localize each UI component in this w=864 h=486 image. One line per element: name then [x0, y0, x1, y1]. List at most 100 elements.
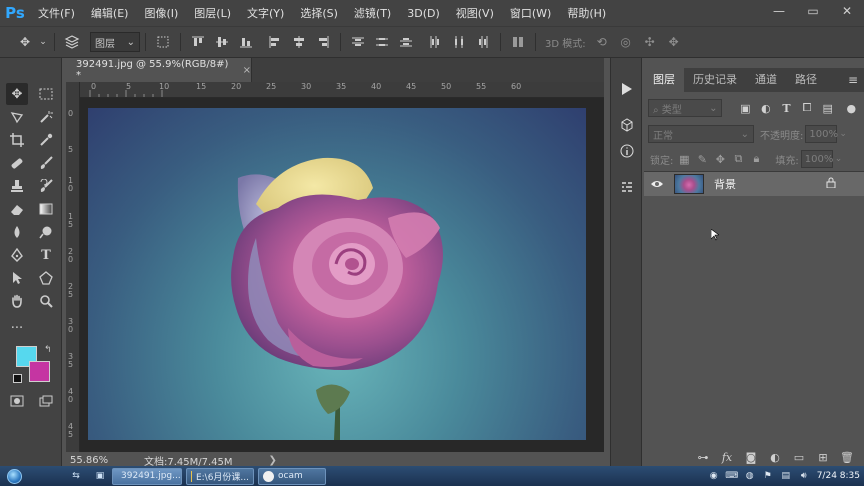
- default-colors-icon[interactable]: [13, 374, 22, 383]
- menu-3d[interactable]: 3D(D): [399, 7, 448, 20]
- background-color-swatch[interactable]: [29, 361, 50, 382]
- volume-icon[interactable]: 🔊︎: [797, 469, 811, 483]
- marquee-tool-icon[interactable]: [35, 83, 57, 105]
- tray-app-icon[interactable]: ◍: [743, 469, 757, 483]
- rectangle-tool-icon[interactable]: [35, 267, 57, 289]
- taskbar-item-explorer[interactable]: E:\6月份课...: [186, 467, 254, 485]
- swap-colors-icon[interactable]: ↰: [44, 345, 52, 355]
- gradient-tool-icon[interactable]: [35, 198, 57, 220]
- zoom-tool-icon[interactable]: [35, 290, 57, 312]
- healing-brush-tool-icon[interactable]: [6, 152, 28, 174]
- new-layer-icon[interactable]: ⊞: [814, 449, 832, 465]
- lock-artboard-icon[interactable]: ⧉: [729, 150, 747, 168]
- filter-shape-icon[interactable]: ⧠: [798, 99, 816, 117]
- panel-menu-icon[interactable]: ≡: [848, 73, 858, 87]
- history-brush-tool-icon[interactable]: [35, 175, 57, 197]
- align-hcenter-icon[interactable]: [288, 31, 310, 53]
- chevron-down-icon[interactable]: ⌄: [38, 31, 48, 53]
- close-tab-icon[interactable]: ×: [243, 65, 251, 76]
- filter-kind-dropdown[interactable]: ⌕ 类型 ⌄: [648, 99, 723, 117]
- menu-select[interactable]: 选择(S): [292, 5, 346, 21]
- horizontal-ruler[interactable]: 0 5 10 15 20 25 30 35 40 45 50 55 60: [80, 82, 604, 98]
- quick-mask-icon[interactable]: [6, 390, 28, 412]
- network-icon[interactable]: ▤: [779, 469, 793, 483]
- properties-panel-icon[interactable]: [616, 176, 638, 198]
- blend-mode-dropdown[interactable]: 正常 ⌄: [648, 125, 754, 143]
- blur-tool-icon[interactable]: [6, 221, 28, 243]
- eye-icon[interactable]: [644, 179, 670, 189]
- chevron-down-icon[interactable]: ⌄: [839, 129, 847, 139]
- hand-tool-icon[interactable]: [6, 290, 28, 312]
- status-menu-arrow-icon[interactable]: ❯: [269, 455, 277, 466]
- crop-tool-icon[interactable]: [6, 129, 28, 151]
- clock[interactable]: 7/24 8:35: [817, 471, 860, 481]
- fill-field[interactable]: 100%: [800, 150, 833, 168]
- auto-align-icon[interactable]: [507, 31, 529, 53]
- minimize-button[interactable]: —: [762, 0, 796, 22]
- align-vcenter-icon[interactable]: [211, 31, 233, 53]
- start-button[interactable]: [0, 466, 28, 486]
- 3d-roll-icon[interactable]: ◎: [615, 31, 637, 53]
- media-player-icon[interactable]: ⇆: [68, 469, 84, 483]
- auto-select-dropdown[interactable]: 图层 ⌄: [90, 32, 140, 52]
- lock-image-icon[interactable]: ✎: [693, 150, 711, 168]
- image-canvas[interactable]: [88, 108, 586, 440]
- menu-edit[interactable]: 编辑(E): [83, 5, 137, 21]
- filter-type-icon[interactable]: T: [778, 99, 796, 117]
- eyedropper-tool-icon[interactable]: [35, 129, 57, 151]
- tab-channels[interactable]: 通道: [746, 68, 786, 92]
- lasso-tool-icon[interactable]: [6, 106, 28, 128]
- quick-launch-icon[interactable]: ▣: [92, 469, 108, 483]
- filter-toggle-icon[interactable]: ●: [842, 99, 860, 117]
- align-top-icon[interactable]: [187, 31, 209, 53]
- align-right-icon[interactable]: [312, 31, 334, 53]
- filter-pixel-icon[interactable]: ▣: [736, 99, 754, 117]
- link-layers-icon[interactable]: ⊶: [694, 449, 712, 465]
- menu-view[interactable]: 视图(V): [448, 5, 502, 21]
- pen-tool-icon[interactable]: [6, 244, 28, 266]
- 3d-panel-icon[interactable]: [616, 114, 638, 136]
- chevron-down-icon[interactable]: ⌄: [835, 154, 843, 164]
- transform-controls-icon[interactable]: [152, 31, 174, 53]
- opacity-field[interactable]: 100%: [805, 125, 838, 143]
- layer-style-icon[interactable]: fx: [718, 449, 736, 465]
- distribute-hcenter-icon[interactable]: [448, 31, 470, 53]
- keyboard-icon[interactable]: ⌨: [725, 469, 739, 483]
- distribute-vcenter-icon[interactable]: [371, 31, 393, 53]
- more-tools-icon[interactable]: ···: [6, 317, 28, 339]
- vertical-ruler[interactable]: 0 5 10 15 20 25 30 35 40 45: [66, 82, 80, 452]
- align-bottom-icon[interactable]: [235, 31, 257, 53]
- play-actions-icon[interactable]: [616, 78, 638, 100]
- menu-help[interactable]: 帮助(H): [559, 5, 614, 21]
- lock-icon[interactable]: [826, 177, 836, 191]
- trash-icon[interactable]: 🗑︎: [838, 449, 856, 465]
- distribute-bottom-icon[interactable]: [395, 31, 417, 53]
- add-mask-icon[interactable]: ◙: [742, 449, 760, 465]
- tab-paths[interactable]: 路径: [786, 68, 826, 92]
- brush-tool-icon[interactable]: [35, 152, 57, 174]
- path-selection-tool-icon[interactable]: [6, 267, 28, 289]
- align-left-icon[interactable]: [264, 31, 286, 53]
- clone-stamp-tool-icon[interactable]: [6, 175, 28, 197]
- menu-type[interactable]: 文字(Y): [239, 5, 292, 21]
- menu-layer[interactable]: 图层(L): [186, 5, 239, 21]
- dodge-tool-icon[interactable]: [35, 221, 57, 243]
- layer-name[interactable]: 背景: [714, 176, 736, 192]
- lock-transparent-icon[interactable]: ▦: [675, 150, 693, 168]
- auto-select-icon[interactable]: [61, 31, 83, 53]
- zoom-level[interactable]: 55.86%: [66, 455, 116, 466]
- move-tool-icon[interactable]: ✥: [14, 31, 36, 53]
- distribute-right-icon[interactable]: [472, 31, 494, 53]
- restore-button[interactable]: ▭: [796, 0, 830, 22]
- eraser-tool-icon[interactable]: [6, 198, 28, 220]
- close-button[interactable]: ✕: [830, 0, 864, 22]
- menu-window[interactable]: 窗口(W): [502, 5, 559, 21]
- tray-app-icon[interactable]: ◉: [707, 469, 721, 483]
- screen-mode-icon[interactable]: [35, 390, 57, 412]
- menu-image[interactable]: 图像(I): [136, 5, 186, 21]
- document-tab[interactable]: 392491.jpg @ 55.9%(RGB/8#) * ×: [66, 58, 252, 82]
- layer-row[interactable]: 背景: [644, 172, 864, 196]
- distribute-top-icon[interactable]: [347, 31, 369, 53]
- menu-file[interactable]: 文件(F): [30, 5, 83, 21]
- 3d-pan-icon[interactable]: ✣: [639, 31, 661, 53]
